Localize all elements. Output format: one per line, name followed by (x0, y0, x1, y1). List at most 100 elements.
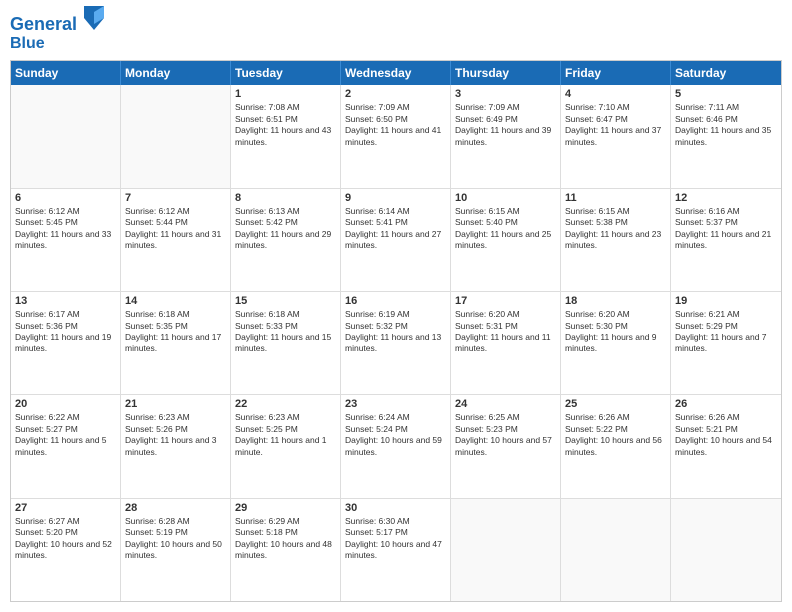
day-cell-9: 9 Sunrise: 6:14 AMSunset: 5:41 PMDaylight… (341, 189, 451, 291)
day-cell-16: 16 Sunrise: 6:19 AMSunset: 5:32 PMDayligh… (341, 292, 451, 394)
day-number: 1 (235, 88, 336, 100)
day-info: Sunrise: 7:11 AMSunset: 6:46 PMDaylight:… (675, 102, 777, 148)
day-cell-24: 24Sunrise: 6:25 AMSunset: 5:23 PMDayligh… (451, 395, 561, 497)
day-cell-12: 12Sunrise: 6:16 AMSunset: 5:37 PMDayligh… (671, 189, 781, 291)
day-info: Sunrise: 6:22 AMSunset: 5:27 PMDaylight:… (15, 412, 116, 458)
day-info: Sunrise: 7:09 AMSunset: 6:49 PMDaylight:… (455, 102, 556, 148)
day-info: Sunrise: 6:13 AMSunset: 5:42 PMDaylight:… (235, 206, 336, 252)
calendar-row-4: 20 Sunrise: 6:22 AMSunset: 5:27 PMDayligh… (11, 395, 781, 498)
day-info: Sunrise: 6:30 AMSunset: 5:17 PMDaylight:… (345, 516, 446, 562)
day-cell-23: 23Sunrise: 6:24 AMSunset: 5:24 PMDayligh… (341, 395, 451, 497)
day-number: 23 (345, 398, 446, 410)
day-number: 2 (345, 88, 446, 100)
day-cell-1: 1 Sunrise: 7:08 AMSunset: 6:51 PMDaylight… (231, 85, 341, 187)
day-cell-5: 5 Sunrise: 7:11 AMSunset: 6:46 PMDaylight… (671, 85, 781, 187)
day-cell-29: 29Sunrise: 6:29 AMSunset: 5:18 PMDayligh… (231, 499, 341, 601)
header-day-thursday: Thursday (451, 61, 561, 85)
day-number: 17 (455, 295, 556, 307)
day-number: 29 (235, 502, 336, 514)
day-number: 16 (345, 295, 446, 307)
day-info: Sunrise: 6:27 AMSunset: 5:20 PMDaylight:… (15, 516, 116, 562)
day-number: 19 (675, 295, 777, 307)
day-cell-25: 25Sunrise: 6:26 AMSunset: 5:22 PMDayligh… (561, 395, 671, 497)
day-cell-19: 19 Sunrise: 6:21 AMSunset: 5:29 PMDayligh… (671, 292, 781, 394)
calendar-body: 1 Sunrise: 7:08 AMSunset: 6:51 PMDaylight… (11, 85, 781, 601)
day-info: Sunrise: 6:15 AMSunset: 5:38 PMDaylight:… (565, 206, 666, 252)
day-info: Sunrise: 7:09 AMSunset: 6:50 PMDaylight:… (345, 102, 446, 148)
empty-cell (11, 85, 121, 187)
day-number: 6 (15, 192, 116, 204)
day-number: 28 (125, 502, 226, 514)
header-day-monday: Monday (121, 61, 231, 85)
day-number: 12 (675, 192, 777, 204)
day-number: 25 (565, 398, 666, 410)
header-day-friday: Friday (561, 61, 671, 85)
day-number: 18 (565, 295, 666, 307)
day-cell-27: 27 Sunrise: 6:27 AMSunset: 5:20 PMDayligh… (11, 499, 121, 601)
day-number: 3 (455, 88, 556, 100)
day-number: 9 (345, 192, 446, 204)
day-info: Sunrise: 6:23 AMSunset: 5:25 PMDaylight:… (235, 412, 336, 458)
page: General Blue SundayMondayTuesdayWednesda… (0, 0, 792, 612)
logo-blue: Blue (10, 35, 104, 53)
day-info: Sunrise: 6:18 AMSunset: 5:33 PMDaylight:… (235, 309, 336, 355)
day-info: Sunrise: 6:12 AMSunset: 5:45 PMDaylight:… (15, 206, 116, 252)
day-cell-22: 22 Sunrise: 6:23 AMSunset: 5:25 PMDayligh… (231, 395, 341, 497)
header-day-tuesday: Tuesday (231, 61, 341, 85)
day-cell-10: 10Sunrise: 6:15 AMSunset: 5:40 PMDayligh… (451, 189, 561, 291)
empty-cell (671, 499, 781, 601)
day-number: 5 (675, 88, 777, 100)
day-info: Sunrise: 6:21 AMSunset: 5:29 PMDaylight:… (675, 309, 777, 355)
day-number: 8 (235, 192, 336, 204)
day-number: 27 (15, 502, 116, 514)
day-number: 22 (235, 398, 336, 410)
day-number: 21 (125, 398, 226, 410)
day-info: Sunrise: 6:14 AMSunset: 5:41 PMDaylight:… (345, 206, 446, 252)
day-info: Sunrise: 6:17 AMSunset: 5:36 PMDaylight:… (15, 309, 116, 355)
day-cell-20: 20 Sunrise: 6:22 AMSunset: 5:27 PMDayligh… (11, 395, 121, 497)
header-day-wednesday: Wednesday (341, 61, 451, 85)
day-cell-18: 18 Sunrise: 6:20 AMSunset: 5:30 PMDayligh… (561, 292, 671, 394)
calendar-row-1: 1 Sunrise: 7:08 AMSunset: 6:51 PMDaylight… (11, 85, 781, 188)
header: General Blue (10, 10, 782, 52)
day-info: Sunrise: 6:19 AMSunset: 5:32 PMDaylight:… (345, 309, 446, 355)
calendar: SundayMondayTuesdayWednesdayThursdayFrid… (10, 60, 782, 602)
day-info: Sunrise: 6:26 AMSunset: 5:21 PMDaylight:… (675, 412, 777, 458)
day-number: 14 (125, 295, 226, 307)
day-number: 30 (345, 502, 446, 514)
day-cell-30: 30 Sunrise: 6:30 AMSunset: 5:17 PMDayligh… (341, 499, 451, 601)
day-info: Sunrise: 6:20 AMSunset: 5:31 PMDaylight:… (455, 309, 556, 355)
calendar-row-5: 27 Sunrise: 6:27 AMSunset: 5:20 PMDayligh… (11, 499, 781, 601)
day-cell-6: 6 Sunrise: 6:12 AMSunset: 5:45 PMDaylight… (11, 189, 121, 291)
day-info: Sunrise: 6:20 AMSunset: 5:30 PMDaylight:… (565, 309, 666, 355)
day-number: 7 (125, 192, 226, 204)
empty-cell (561, 499, 671, 601)
day-cell-2: 2 Sunrise: 7:09 AMSunset: 6:50 PMDaylight… (341, 85, 451, 187)
day-info: Sunrise: 6:28 AMSunset: 5:19 PMDaylight:… (125, 516, 226, 562)
empty-cell (121, 85, 231, 187)
day-number: 4 (565, 88, 666, 100)
day-info: Sunrise: 6:23 AMSunset: 5:26 PMDaylight:… (125, 412, 226, 458)
logo-general: General (10, 14, 77, 34)
day-cell-11: 11Sunrise: 6:15 AMSunset: 5:38 PMDayligh… (561, 189, 671, 291)
day-info: Sunrise: 6:12 AMSunset: 5:44 PMDaylight:… (125, 206, 226, 252)
logo: General Blue (10, 10, 104, 52)
calendar-row-3: 13Sunrise: 6:17 AMSunset: 5:36 PMDayligh… (11, 292, 781, 395)
day-number: 20 (15, 398, 116, 410)
day-cell-8: 8 Sunrise: 6:13 AMSunset: 5:42 PMDaylight… (231, 189, 341, 291)
header-day-saturday: Saturday (671, 61, 781, 85)
day-number: 26 (675, 398, 777, 410)
logo-icon (84, 6, 104, 30)
calendar-header: SundayMondayTuesdayWednesdayThursdayFrid… (11, 61, 781, 85)
day-cell-7: 7 Sunrise: 6:12 AMSunset: 5:44 PMDaylight… (121, 189, 231, 291)
day-cell-17: 17 Sunrise: 6:20 AMSunset: 5:31 PMDayligh… (451, 292, 561, 394)
calendar-row-2: 6 Sunrise: 6:12 AMSunset: 5:45 PMDaylight… (11, 189, 781, 292)
day-cell-3: 3 Sunrise: 7:09 AMSunset: 6:49 PMDaylight… (451, 85, 561, 187)
logo-text: General (10, 10, 104, 35)
empty-cell (451, 499, 561, 601)
day-cell-15: 15 Sunrise: 6:18 AMSunset: 5:33 PMDayligh… (231, 292, 341, 394)
day-info: Sunrise: 7:08 AMSunset: 6:51 PMDaylight:… (235, 102, 336, 148)
day-number: 24 (455, 398, 556, 410)
day-cell-26: 26 Sunrise: 6:26 AMSunset: 5:21 PMDayligh… (671, 395, 781, 497)
day-number: 15 (235, 295, 336, 307)
